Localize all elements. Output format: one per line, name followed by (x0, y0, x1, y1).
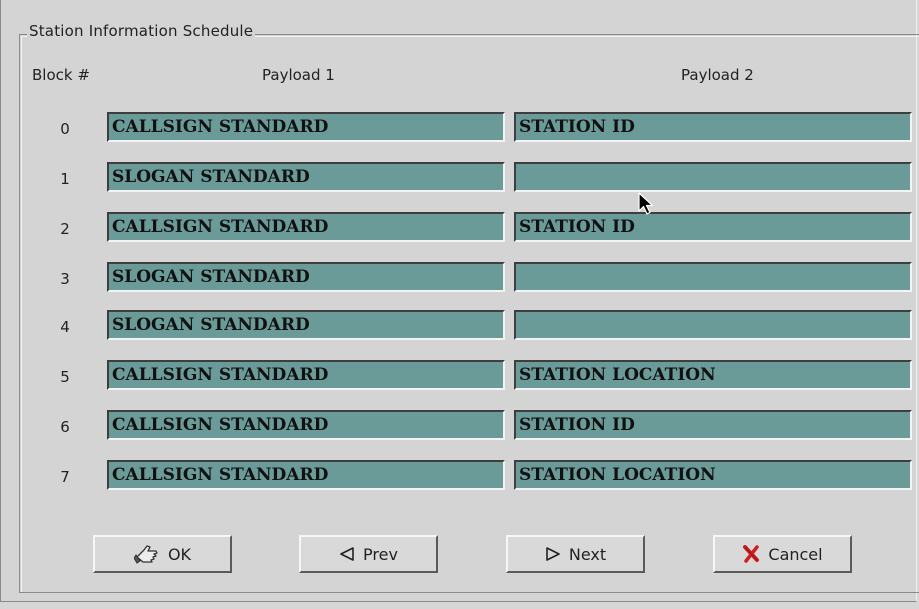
next-label: Next (568, 544, 607, 564)
payload1-field[interactable]: CALLSIGN STANDARD (107, 212, 505, 242)
ok-button[interactable]: OK (93, 535, 232, 573)
cancel-button[interactable]: Cancel (713, 535, 852, 573)
prev-button[interactable]: Prev (299, 535, 438, 573)
payload1-field[interactable]: SLOGAN STANDARD (107, 262, 505, 292)
payload1-field[interactable]: CALLSIGN STANDARD (107, 460, 505, 490)
block-number: 1 (60, 170, 70, 188)
ok-hand-icon (133, 543, 160, 565)
payload1-field[interactable]: SLOGAN STANDARD (107, 162, 505, 192)
payload2-field[interactable]: STATION ID (514, 212, 912, 242)
next-button[interactable]: Next (506, 535, 645, 573)
payload2-field[interactable]: STATION LOCATION (514, 360, 912, 390)
prev-label: Prev (363, 544, 398, 564)
red-x-icon (742, 545, 760, 563)
payload2-header: Payload 2 (681, 66, 754, 84)
group-title: Station Information Schedule (27, 22, 256, 40)
payload2-field[interactable]: STATION LOCATION (514, 460, 912, 490)
block-number: 3 (60, 270, 70, 288)
mouse-pointer-icon (638, 192, 656, 220)
cancel-label: Cancel (768, 544, 823, 564)
block-number: 4 (60, 318, 70, 336)
ok-label: OK (167, 544, 192, 564)
block-number: 6 (60, 418, 70, 436)
dialog-window: Station Information Schedule Block # Pay… (0, 0, 919, 602)
block-number-header: Block # (32, 66, 90, 84)
payload1-field[interactable]: CALLSIGN STANDARD (107, 112, 505, 142)
payload1-header: Payload 1 (262, 66, 335, 84)
payload2-field[interactable] (514, 262, 912, 292)
payload2-field[interactable]: STATION ID (514, 112, 912, 142)
payload1-field[interactable]: SLOGAN STANDARD (107, 310, 505, 340)
left-arrow-icon (339, 547, 355, 561)
block-number: 2 (60, 220, 70, 238)
payload1-field[interactable]: CALLSIGN STANDARD (107, 360, 505, 390)
payload1-field[interactable]: CALLSIGN STANDARD (107, 410, 505, 440)
block-number: 0 (60, 120, 70, 138)
payload2-field[interactable]: STATION ID (514, 410, 912, 440)
right-arrow-icon (545, 547, 561, 561)
block-number: 5 (60, 368, 70, 386)
payload2-field[interactable] (514, 310, 912, 340)
payload2-field[interactable] (514, 162, 912, 192)
block-number: 7 (60, 468, 70, 486)
